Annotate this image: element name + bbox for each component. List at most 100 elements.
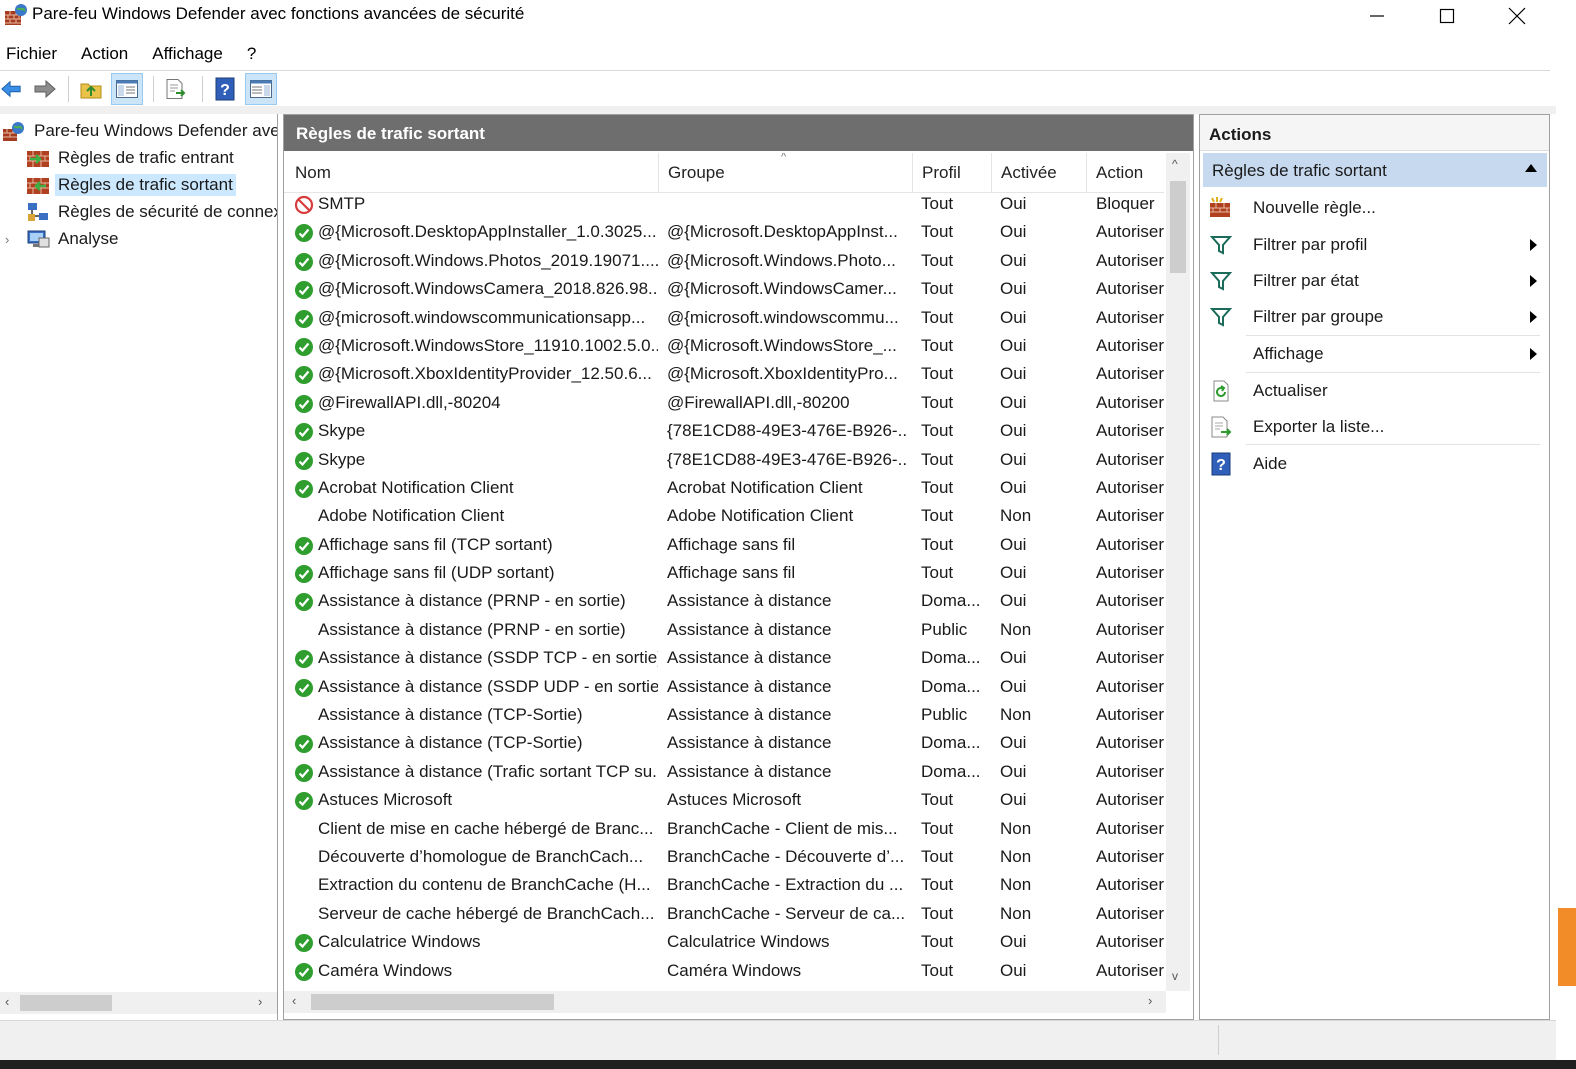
table-row[interactable]: Assistance à distance (PRNP - en sortie)… bbox=[284, 617, 1164, 645]
rules-vertical-scrollbar[interactable]: ^ v bbox=[1166, 153, 1190, 991]
scroll-left-icon[interactable]: ‹ bbox=[5, 994, 9, 1009]
menu-fichier[interactable]: Fichier bbox=[0, 44, 64, 64]
column-divider[interactable] bbox=[1086, 153, 1087, 193]
column-header-groupe[interactable]: Groupe bbox=[668, 163, 725, 183]
table-row[interactable]: @{Microsoft.Windows.Photos_2019.19071...… bbox=[284, 248, 1164, 276]
table-row[interactable]: Skype {78E1CD88-49E3-476E-B926-... Tout Oui… bbox=[284, 447, 1164, 475]
cell-activee: Oui bbox=[1000, 534, 1027, 554]
action-help[interactable]: ? Aide bbox=[1203, 447, 1543, 481]
allow-check-icon bbox=[295, 423, 313, 442]
cell-nom: Découverte d’homologue de BranchCach... bbox=[318, 846, 644, 866]
export-list-toolbar-button[interactable] bbox=[160, 73, 192, 105]
table-row[interactable]: Skype {78E1CD88-49E3-476E-B926-... Tout Oui… bbox=[284, 418, 1164, 446]
column-divider[interactable] bbox=[658, 153, 659, 193]
tree-horizontal-scrollbar[interactable]: ‹ › bbox=[0, 992, 277, 1014]
cell-action: Autoriser bbox=[1096, 705, 1164, 725]
cell-groupe: @{Microsoft.WindowsCamer... bbox=[667, 279, 897, 299]
action-filter-by-profile[interactable]: Filtrer par profil bbox=[1203, 228, 1543, 262]
cell-action: Autoriser bbox=[1096, 307, 1164, 327]
scroll-up-icon[interactable]: ^ bbox=[1172, 157, 1178, 171]
column-header-activee[interactable]: Activée bbox=[1001, 163, 1057, 183]
cell-nom: Assistance à distance (TCP-Sortie) bbox=[318, 733, 583, 753]
cell-action: Autoriser bbox=[1096, 960, 1164, 980]
column-header-profil[interactable]: Profil bbox=[922, 163, 961, 183]
scroll-right-icon[interactable]: › bbox=[1148, 993, 1152, 1008]
maximize-button[interactable] bbox=[1412, 0, 1482, 32]
menu-action[interactable]: Action bbox=[74, 44, 135, 64]
table-row[interactable]: Serveur de cache hébergé de BranchCach..… bbox=[284, 901, 1164, 929]
collapse-triangle-icon[interactable] bbox=[1525, 164, 1537, 172]
action-filter-by-group[interactable]: Filtrer par groupe bbox=[1203, 300, 1543, 334]
actions-section-outbound-rules[interactable]: Règles de trafic sortant bbox=[1203, 153, 1547, 187]
cell-activee: Oui bbox=[1000, 194, 1027, 213]
table-row[interactable]: Extraction du contenu de BranchCache (H.… bbox=[284, 872, 1164, 900]
table-row[interactable]: @{microsoft.windowscommunicationsapp... @… bbox=[284, 305, 1164, 333]
close-button[interactable] bbox=[1482, 0, 1552, 32]
table-row[interactable]: Découverte d’homologue de BranchCach... B… bbox=[284, 844, 1164, 872]
table-row[interactable]: @{Microsoft.WindowsCamera_2018.826.98...… bbox=[284, 276, 1164, 304]
cell-groupe: {78E1CD88-49E3-476E-B926-... bbox=[667, 421, 907, 441]
tree-item-inbound-rules[interactable]: Règles de trafic entrant bbox=[26, 145, 234, 171]
table-row[interactable]: @{Microsoft.DesktopAppInstaller_1.0.3025… bbox=[284, 219, 1164, 247]
table-row[interactable]: Assistance à distance (Trafic sortant TC… bbox=[284, 759, 1164, 787]
expand-chevron-icon[interactable]: › bbox=[5, 232, 9, 247]
column-divider[interactable] bbox=[991, 153, 992, 193]
action-refresh[interactable]: Actualiser bbox=[1203, 374, 1543, 408]
tree-item-label: Règles de trafic entrant bbox=[58, 148, 234, 167]
cell-groupe: Assistance à distance bbox=[667, 591, 832, 611]
menu-affichage[interactable]: Affichage bbox=[145, 44, 230, 64]
scroll-thumb[interactable] bbox=[1170, 181, 1186, 273]
menu-help[interactable]: ? bbox=[240, 44, 263, 64]
table-row[interactable]: @FirewallAPI.dll,-80204 @FirewallAPI.dll,… bbox=[284, 390, 1164, 418]
tree-item-label: Analyse bbox=[58, 229, 119, 248]
tree-root[interactable]: Pare-feu Windows Defender avec fonctions… bbox=[2, 118, 277, 144]
table-row[interactable]: @{Microsoft.XboxIdentityProvider_12.50.6… bbox=[284, 361, 1164, 389]
cell-groupe: Assistance à distance bbox=[667, 648, 832, 668]
table-row[interactable]: Affichage sans fil (TCP sortant) Affichag… bbox=[284, 532, 1164, 560]
table-row[interactable]: Assistance à distance (TCP-Sortie) Assist… bbox=[284, 730, 1164, 758]
up-folder-button[interactable] bbox=[75, 73, 107, 105]
table-row[interactable]: SMTP Tout Oui Bloquer bbox=[284, 191, 1164, 219]
cell-profil: Tout bbox=[921, 960, 954, 980]
scroll-thumb[interactable] bbox=[311, 994, 554, 1010]
action-view[interactable]: Affichage bbox=[1203, 337, 1543, 371]
table-row[interactable]: Assistance à distance (PRNP - en sortie)… bbox=[284, 588, 1164, 616]
table-row[interactable]: Caméra Windows Caméra Windows Tout Oui Autor… bbox=[284, 958, 1164, 986]
cell-action: Autoriser bbox=[1096, 563, 1164, 583]
scroll-right-icon[interactable]: › bbox=[258, 994, 262, 1009]
action-new-rule[interactable]: Nouvelle règle... bbox=[1203, 191, 1543, 225]
scroll-down-icon[interactable]: v bbox=[1172, 969, 1178, 983]
table-row[interactable]: @{Microsoft.WindowsStore_11910.1002.5.0.… bbox=[284, 333, 1164, 361]
table-row[interactable]: Assistance à distance (TCP-Sortie) Assist… bbox=[284, 702, 1164, 730]
scroll-left-icon[interactable]: ‹ bbox=[292, 993, 296, 1008]
table-row[interactable]: Calculatrice Windows Calculatrice Windows… bbox=[284, 929, 1164, 957]
column-header-action[interactable]: Action bbox=[1096, 163, 1143, 183]
action-export-list[interactable]: Exporter la liste... bbox=[1203, 410, 1543, 444]
forward-button[interactable] bbox=[32, 73, 58, 105]
table-row[interactable]: Affichage sans fil (UDP sortant) Affichag… bbox=[284, 560, 1164, 588]
scroll-thumb[interactable] bbox=[20, 995, 112, 1011]
table-row[interactable]: Assistance à distance (SSDP UDP - en sor… bbox=[284, 674, 1164, 702]
cell-groupe: @FirewallAPI.dll,-80200 bbox=[667, 392, 850, 412]
cell-profil: Doma... bbox=[921, 591, 981, 611]
tree-item-connection-security[interactable]: Règles de sécurité de connexion bbox=[26, 199, 277, 225]
column-divider[interactable] bbox=[912, 153, 913, 193]
table-row[interactable]: Assistance à distance (SSDP TCP - en sor… bbox=[284, 645, 1164, 673]
table-row[interactable]: Acrobat Notification Client Acrobat Notif… bbox=[284, 475, 1164, 503]
minimize-button[interactable] bbox=[1342, 0, 1412, 32]
table-row[interactable]: Adobe Notification Client Adobe Notificat… bbox=[284, 503, 1164, 531]
cell-action: Autoriser bbox=[1096, 392, 1164, 412]
action-filter-by-state[interactable]: Filtrer par état bbox=[1203, 264, 1543, 298]
show-hide-action-pane-button[interactable] bbox=[245, 73, 277, 105]
submenu-arrow-icon bbox=[1530, 348, 1537, 360]
show-hide-console-tree-button[interactable] bbox=[111, 73, 143, 105]
cell-groupe: Caméra Windows bbox=[667, 960, 802, 980]
table-row[interactable]: Astuces Microsoft Astuces Microsoft Tout Ou… bbox=[284, 787, 1164, 815]
tree-item-monitoring[interactable]: Analyse bbox=[26, 226, 118, 252]
tree-item-outbound-rules[interactable]: Règles de trafic sortant bbox=[26, 172, 236, 198]
column-header-nom[interactable]: Nom bbox=[295, 163, 331, 183]
back-button[interactable] bbox=[0, 73, 22, 105]
table-row[interactable]: Client de mise en cache hébergé de Branc… bbox=[284, 816, 1164, 844]
rules-horizontal-scrollbar[interactable]: ‹ › bbox=[284, 991, 1166, 1013]
help-toolbar-button[interactable]: ? bbox=[209, 73, 241, 105]
